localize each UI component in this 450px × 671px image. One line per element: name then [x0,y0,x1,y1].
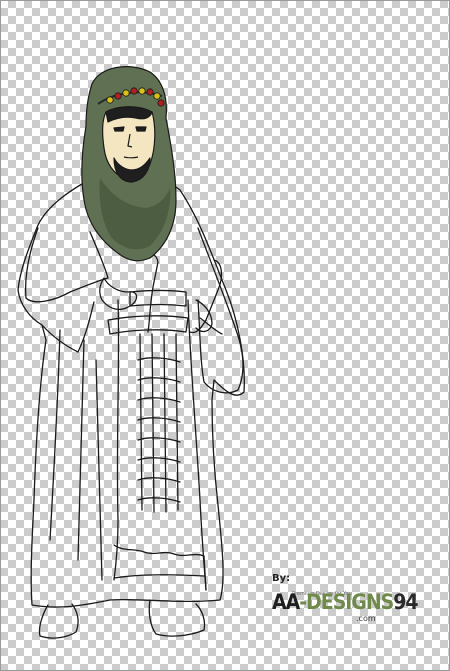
left-eye [113,126,125,132]
sword-left [139,253,159,333]
left-sleeve-cuff [41,301,95,353]
character-illustration [17,66,245,639]
brand-part1: AA [272,590,300,614]
robe-opening [113,299,120,581]
robe-hem [113,544,207,591]
credit-dotcom: .com [356,614,376,623]
left-foot [38,603,79,639]
right-foot [148,599,206,637]
belt-band-2 [129,289,187,307]
brand-part3: 94 [393,590,418,614]
credit-brand-logo: AA-DESIGNS94 [272,590,419,614]
robe-opening-right [187,299,207,591]
right-sleeve [197,227,244,394]
left-sleeve [24,227,109,303]
sash-pattern [137,333,181,513]
credit-by-label: By: [272,573,291,584]
credit-watermark: By: Premium Design for You AA-DESIGNS94 … [272,573,432,633]
brand-part2: -DESIGNS [299,590,394,614]
right-eye [135,126,147,132]
robe-hem-lower [113,574,205,579]
head [81,66,177,262]
